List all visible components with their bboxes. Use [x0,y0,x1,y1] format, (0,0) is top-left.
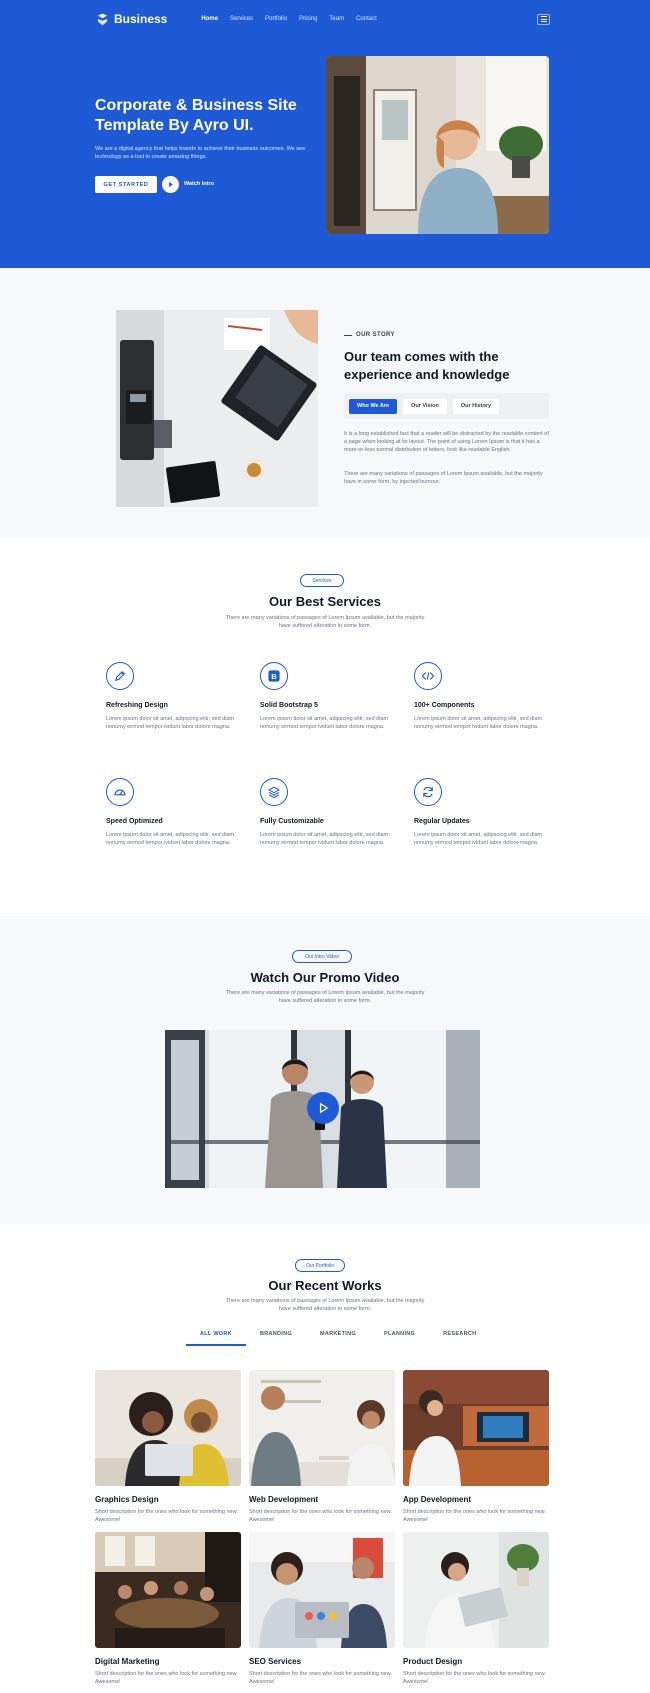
services-section: Services Our Best Services There are man… [0,538,650,916]
menu-toggle-icon[interactable] [537,13,550,25]
promo-video[interactable] [165,1030,480,1188]
service-card: Fully Customizable Lorem ipsum dolor sit… [250,768,400,872]
portfolio-image [403,1532,549,1648]
get-started-button[interactable]: GET STARTED [95,176,157,193]
tab-our-vision[interactable]: Our Vision [403,398,447,414]
portfolio-card-description: Short description for the ones who look … [249,1509,392,1523]
nav-pricing[interactable]: Pricing [299,16,317,22]
portfolio-card[interactable]: Product Design Short description for the… [403,1532,549,1686]
portfolio-image [95,1370,241,1486]
layers-icon [260,778,288,806]
story-title: Our team comes with the experience and k… [344,349,510,382]
service-description: Lorem ipsum dolor sit amet, adipscing el… [106,716,235,730]
story-paragraph: It is a long established fact that a rea… [344,431,549,453]
play-video-icon[interactable] [307,1092,339,1124]
nav-team[interactable]: Team [329,16,344,22]
service-card: 100+ Components Lorem ipsum dolor sit am… [404,652,554,756]
nav-portfolio[interactable]: Portfolio [265,16,287,22]
service-card: Speed Optimized Lorem ipsum dolor sit am… [96,768,246,872]
filter-planning[interactable]: PLANNING [370,1331,429,1346]
tab-our-history[interactable]: Our History [452,398,500,414]
video-pill: Our Intro Video [292,950,352,963]
portfolio-card-title: SEO Services [249,1657,302,1666]
portfolio-card[interactable]: App Development Short description for th… [403,1370,549,1524]
service-title: Regular Updates [414,818,470,825]
portfolio-card-description: Short description for the ones who look … [403,1509,546,1523]
portfolio-card-title: Product Design [403,1657,463,1666]
hero-section: Business Home Services Portfolio Pricing… [0,0,650,268]
service-title: Speed Optimized [106,818,163,825]
service-description: Lorem ipsum dolor sit amet, adipscing el… [260,716,389,730]
watch-intro-link[interactable]: Watch Intro [184,181,214,187]
portfolio-card-title: App Development [403,1495,472,1504]
portfolio-subtitle: There are many variations of passages of… [225,1298,425,1312]
portfolio-card-title: Graphics Design [95,1495,159,1504]
tab-who-we-are[interactable]: Who We Are [349,398,398,414]
portfolio-card[interactable]: Graphics Design Short description for th… [95,1370,241,1524]
portfolio-section: Our Portfolio Our Recent Works There are… [0,1224,650,1693]
portfolio-card-description: Short description for the ones who look … [95,1509,238,1523]
service-card: Regular Updates Lorem ipsum dolor sit am… [404,768,554,872]
portfolio-image [249,1532,395,1648]
portfolio-card-title: Digital Marketing [95,1657,160,1666]
portfolio-image [403,1370,549,1486]
services-subtitle: There are many variations of passages of… [225,615,425,629]
portfolio-card[interactable]: SEO Services Short description for the o… [249,1532,395,1686]
logo[interactable]: Business [96,12,167,26]
navbar: Business Home Services Portfolio Pricing… [96,8,550,30]
filter-all-work[interactable]: ALL WORK [186,1331,246,1346]
story-eyebrow: OUR STORY [344,332,395,338]
story-tabs: Who We Are Our Vision Our History [344,393,549,419]
portfolio-filters: ALL WORK BRANDING MARKETING PLANNING RES… [186,1331,490,1346]
service-description: Lorem ipsum dolor sit amet, adipscing el… [260,832,389,846]
hero-description: We are a digital agency that helps brand… [95,146,306,160]
nav-contact[interactable]: Contact [356,16,377,22]
logo-text: Business [114,12,168,26]
portfolio-card[interactable]: Web Development Short description for th… [249,1370,395,1524]
pencil-icon [106,662,134,690]
portfolio-card[interactable]: Digital Marketing Short description for … [95,1532,241,1686]
nav-services[interactable]: Services [230,16,253,22]
portfolio-pill: Our Portfolio [295,1259,345,1272]
video-subtitle: There are many variations of passages of… [225,990,425,1004]
portfolio-image [249,1370,395,1486]
hero-image [326,56,549,234]
nav-home[interactable]: Home [201,16,218,22]
story-section: OUR STORY Our team comes with the experi… [0,268,650,538]
service-title: Solid Bootstrap 5 [260,702,318,709]
video-section: Our Intro Video Watch Our Promo Video Th… [0,916,650,1224]
service-card: Refreshing Design Lorem ipsum dolor sit … [96,652,246,756]
hero-title: Corporate & Business Site Template By Ay… [95,97,297,134]
refresh-icon [414,778,442,806]
speedometer-icon [106,778,134,806]
filter-research[interactable]: RESEARCH [429,1331,490,1346]
story-image [116,310,318,507]
story-eyebrow-text: OUR STORY [356,332,395,338]
service-title: 100+ Components [414,702,475,709]
service-description: Lorem ipsum dolor sit amet, adipscing el… [106,832,235,846]
service-card: B Solid Bootstrap 5 Lorem ipsum dolor si… [250,652,400,756]
portfolio-card-description: Short description for the ones who look … [403,1671,546,1685]
service-description: Lorem ipsum dolor sit amet, adipscing el… [414,832,543,846]
main-menu: Home Services Portfolio Pricing Team Con… [201,16,376,22]
video-title: Watch Our Promo Video [250,970,400,985]
svg-text:B: B [271,672,277,681]
service-title: Refreshing Design [106,702,168,709]
portfolio-card-description: Short description for the ones who look … [95,1671,238,1685]
service-title: Fully Customizable [260,818,324,825]
portfolio-card-description: Short description for the ones who look … [249,1671,392,1685]
service-description: Lorem ipsum dolor sit amet, adipscing el… [414,716,543,730]
logo-icon [97,13,108,25]
portfolio-image [95,1532,241,1648]
services-title: Our Best Services [268,594,381,609]
portfolio-title: Our Recent Works [268,1278,382,1293]
filter-marketing[interactable]: MARKETING [306,1331,370,1346]
portfolio-card-title: Web Development [249,1495,319,1504]
code-icon [414,662,442,690]
play-intro-icon[interactable] [162,176,179,193]
story-paragraph: There are many variations of passages of… [344,471,543,485]
services-pill: Services [300,574,344,587]
filter-branding[interactable]: BRANDING [246,1331,306,1346]
bootstrap-icon: B [260,662,288,690]
